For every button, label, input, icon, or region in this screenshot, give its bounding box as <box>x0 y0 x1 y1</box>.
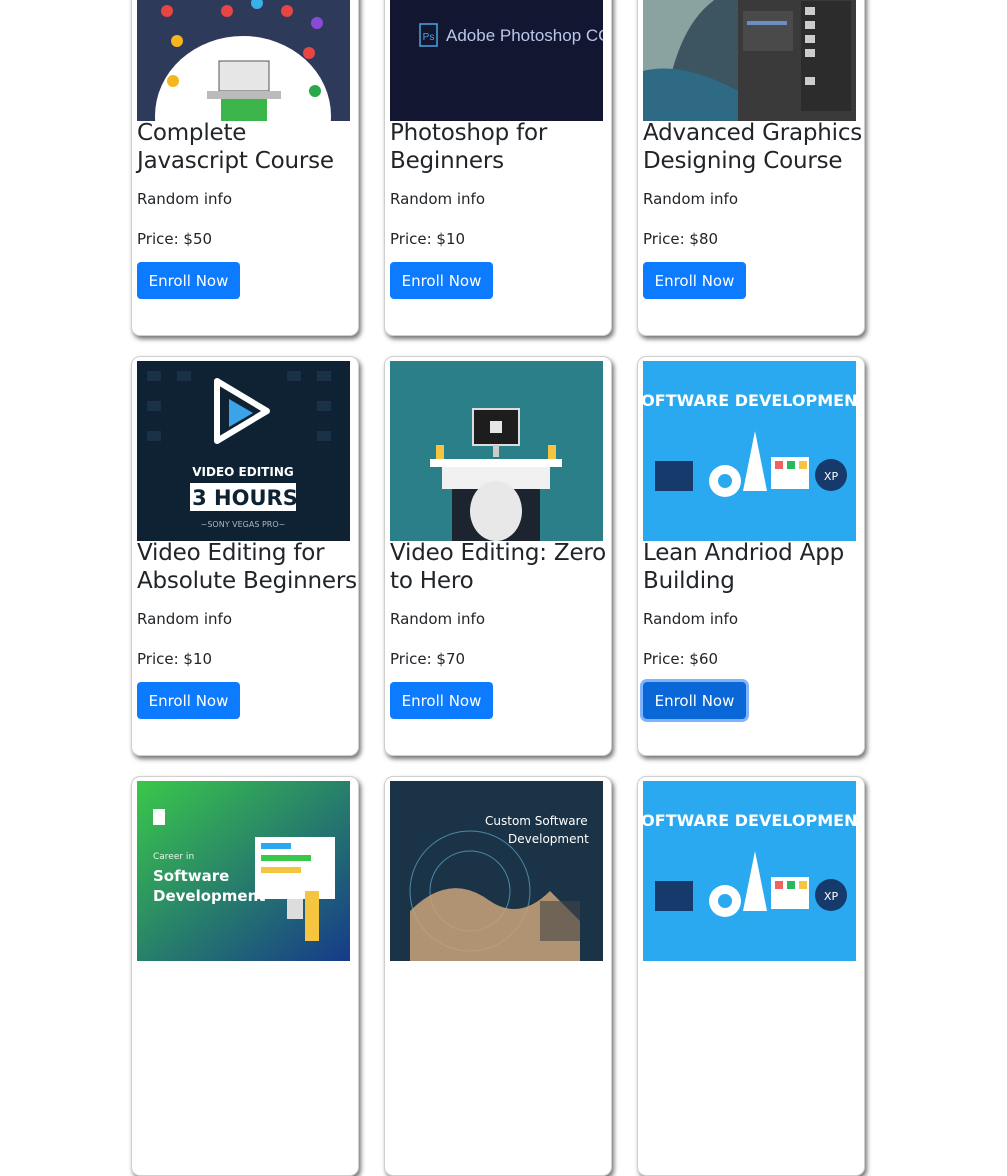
enroll-now-button[interactable]: Enroll Now <box>643 262 746 299</box>
custom-software-icon: Custom Software Development <box>390 781 603 961</box>
course-title: Video Editing for Absolute Beginners <box>137 540 357 594</box>
course-image <box>643 0 856 121</box>
course-price: Price: $10 <box>137 650 213 668</box>
photoshop-image-text: Adobe Photoshop CC <box>446 26 603 45</box>
photoshop-badge: Ps <box>423 32 435 43</box>
course-info: Random info <box>643 190 739 208</box>
course-image <box>390 361 603 541</box>
course-title: Video Editing: Zero to Hero <box>390 540 607 594</box>
software-development-icon: SOFTWARE DEVELOPMENT XP <box>643 361 856 541</box>
course-image: SOFTWARE DEVELOPMENT XP <box>643 361 856 541</box>
course-card: Ps Adobe Photoshop CC Photoshop for Begi… <box>384 0 612 336</box>
course-card: Video Editing: Zero to Hero Random info … <box>384 356 612 756</box>
course-image <box>137 0 350 121</box>
course-price: Price: $70 <box>390 650 466 668</box>
video-editing-icon: VIDEO EDITING IN 3 HOURS!!! ~SONY VEGAS … <box>137 361 350 541</box>
course-price: Price: $60 <box>643 650 719 668</box>
career-image-text-2: Software <box>153 867 229 885</box>
course-info: Random info <box>137 610 233 628</box>
software-career-icon: Career in Software Development <box>137 781 350 961</box>
enroll-now-button[interactable]: Enroll Now <box>390 682 493 719</box>
software-image-text: SOFTWARE DEVELOPMENT <box>643 391 856 410</box>
video-image-text: VIDEO EDITING <box>192 465 293 479</box>
video-workstation-icon <box>390 361 603 541</box>
video-image-text-3: ~SONY VEGAS PRO~ <box>201 520 286 529</box>
course-title: Photoshop for Beginners <box>390 120 548 174</box>
software-image-text: SOFTWARE DEVELOPMENT <box>643 811 856 830</box>
enroll-now-button[interactable]: Enroll Now <box>137 682 240 719</box>
course-info: Random info <box>390 610 486 628</box>
svg-text:XP: XP <box>824 890 839 903</box>
enroll-now-button[interactable]: Enroll Now <box>643 682 746 719</box>
course-title: Lean Andriod App Building <box>643 540 845 594</box>
course-card: SOFTWARE DEVELOPMENT XP <box>637 776 865 1176</box>
course-price: Price: $10 <box>390 230 466 248</box>
course-card: SOFTWARE DEVELOPMENT XP Lean Andriod App… <box>637 356 865 756</box>
graphics-design-icon <box>643 0 856 121</box>
software-development-icon: SOFTWARE DEVELOPMENT XP <box>643 781 856 961</box>
enroll-now-button[interactable]: Enroll Now <box>137 262 240 299</box>
course-image: Ps Adobe Photoshop CC <box>390 0 603 121</box>
course-card: VIDEO EDITING IN 3 HOURS!!! ~SONY VEGAS … <box>131 356 359 756</box>
course-card: Custom Software Development <box>384 776 612 1176</box>
course-image: Custom Software Development <box>390 781 603 961</box>
custom-image-text: Custom Software <box>485 814 588 828</box>
enroll-now-button[interactable]: Enroll Now <box>390 262 493 299</box>
course-info: Random info <box>390 190 486 208</box>
course-info: Random info <box>643 610 739 628</box>
course-price: Price: $80 <box>643 230 719 248</box>
course-card: Advanced Graphics Designing Course Rando… <box>637 0 865 336</box>
course-image: Career in Software Development <box>137 781 350 961</box>
course-image: SOFTWARE DEVELOPMENT XP <box>643 781 856 961</box>
course-card: Complete Javascript Course Random info P… <box>131 0 359 336</box>
course-price: Price: $50 <box>137 230 213 248</box>
svg-text:XP: XP <box>824 470 839 483</box>
custom-image-text-2: Development <box>508 832 589 846</box>
course-info: Random info <box>137 190 233 208</box>
course-card: Career in Software Development <box>131 776 359 1176</box>
javascript-course-icon <box>137 0 350 121</box>
course-title: Complete Javascript Course <box>137 120 334 174</box>
course-image: VIDEO EDITING IN 3 HOURS!!! ~SONY VEGAS … <box>137 361 350 541</box>
career-image-text: Career in <box>153 852 194 862</box>
video-image-text-2: IN 3 HOURS!!! <box>159 486 326 510</box>
photoshop-icon: Ps Adobe Photoshop CC <box>390 0 603 121</box>
course-title: Advanced Graphics Designing Course <box>643 120 863 174</box>
course-grid: Complete Javascript Course Random info P… <box>0 0 1007 1176</box>
career-image-text-3: Development <box>153 887 265 905</box>
